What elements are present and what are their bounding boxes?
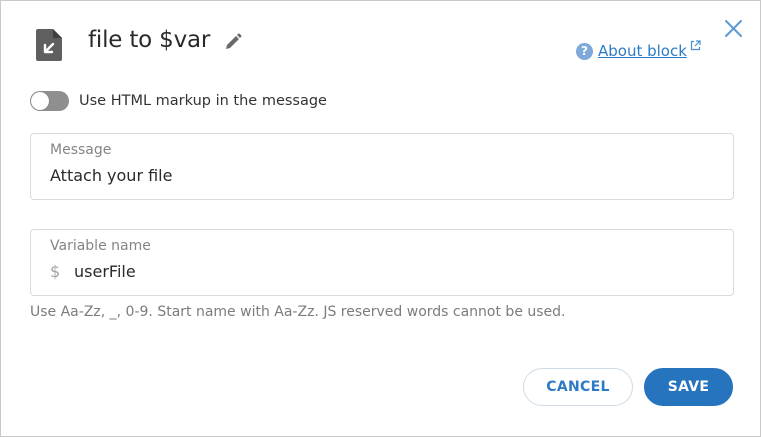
variable-name-hint: Use Aa-Zz, _, 0-9. Start name with Aa-Zz…	[30, 304, 566, 320]
pencil-icon[interactable]	[224, 33, 242, 51]
block-settings-dialog: file to $var ? About block Use HTML mark…	[0, 0, 761, 437]
toggle-knob	[31, 92, 49, 110]
message-field-label: Message	[50, 142, 112, 158]
question-circle-icon: ?	[576, 42, 593, 60]
variable-name-field[interactable]: Variable name $ userFile	[30, 229, 734, 296]
variable-name-input[interactable]: userFile	[74, 262, 136, 281]
message-input[interactable]: Attach your file	[50, 166, 172, 185]
close-icon[interactable]	[724, 19, 743, 38]
file-export-icon	[36, 29, 62, 61]
cancel-button[interactable]: CANCEL	[523, 368, 633, 406]
save-button[interactable]: SAVE	[644, 368, 733, 406]
dialog-title: file to $var	[88, 27, 211, 53]
message-field[interactable]: Message Attach your file	[30, 133, 734, 200]
html-markup-toggle-label: Use HTML markup in the message	[79, 93, 327, 109]
html-markup-toggle[interactable]	[30, 91, 69, 111]
about-block: ? About block	[576, 39, 701, 60]
about-block-link[interactable]: About block	[598, 42, 687, 60]
dollar-prefix: $	[50, 262, 61, 281]
external-link-icon	[690, 39, 701, 50]
html-markup-toggle-row: Use HTML markup in the message	[30, 91, 327, 111]
variable-name-label: Variable name	[50, 238, 151, 254]
